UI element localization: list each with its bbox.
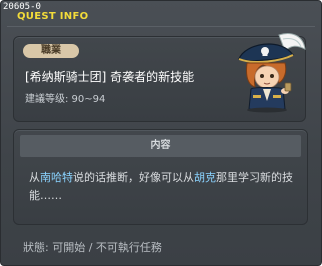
npc-link-nanhart[interactable]: 南哈特 bbox=[40, 171, 73, 184]
description-text: 从 bbox=[29, 171, 40, 184]
description-text: 说的话推断，好像可以从 bbox=[73, 171, 194, 184]
title-divider bbox=[7, 26, 315, 27]
npc-link-hook[interactable]: 胡克 bbox=[194, 171, 216, 184]
quest-name: [希纳斯骑士团] 奇袭者的新技能 bbox=[25, 70, 195, 84]
content-header: 内容 bbox=[20, 135, 301, 157]
window-title: QUEST INFO bbox=[17, 11, 89, 22]
npc-captain-avatar-icon bbox=[238, 33, 306, 113]
job-badge: 職業 bbox=[23, 44, 79, 58]
quest-info-window: 20605-0 QUEST INFO 職業 [希纳斯骑士团] 奇袭者的新技能 建… bbox=[0, 0, 322, 266]
recommended-level: 建議等级: 90~94 bbox=[25, 94, 106, 105]
quest-description: 从南哈特说的话推断，好像可以从胡克那里学习新的技能…… bbox=[29, 169, 299, 205]
quest-status: 狀態: 可開始 / 不可執行任務 bbox=[23, 241, 162, 254]
